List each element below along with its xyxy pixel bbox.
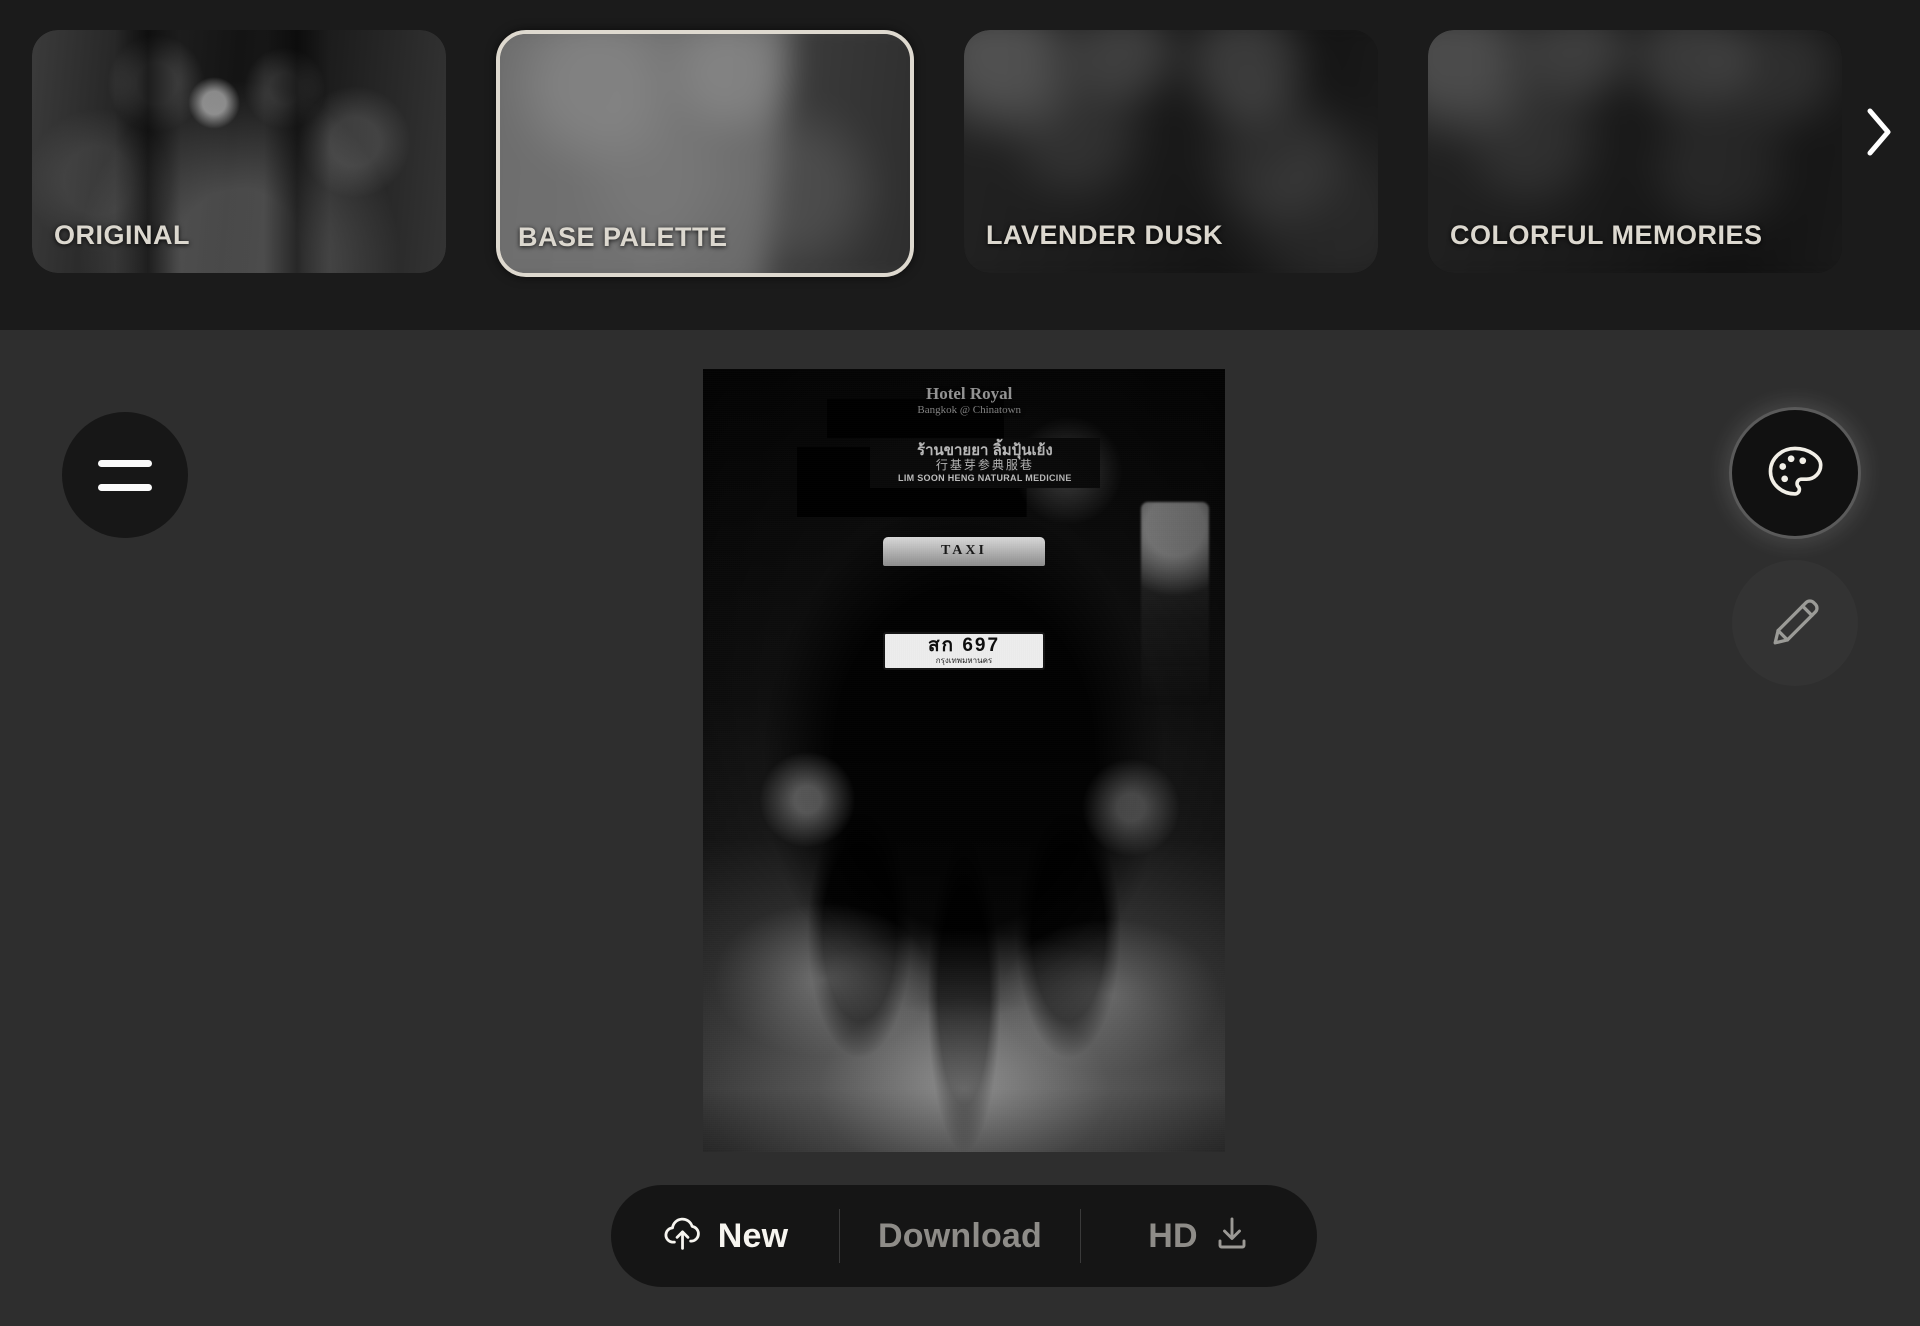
cloud-upload-icon — [662, 1214, 704, 1259]
filter-card-lavender-dusk[interactable]: LAVENDER DUSK — [964, 30, 1378, 273]
filter-label-base-palette: BASE PALETTE — [518, 222, 728, 252]
photo-taxi-sign: TAXI — [883, 537, 1045, 566]
filter-label-colorful-memories: COLORFUL MEMORIES — [1450, 220, 1763, 250]
hd-download-button[interactable]: HD — [1081, 1185, 1319, 1287]
hd-button-label: HD — [1148, 1216, 1198, 1255]
photo-sign-hotel-title: Hotel Royal — [926, 383, 1013, 403]
filter-rail[interactable]: ORIGINAL BASE PALETTE LAVENDER DUSK COLO… — [0, 0, 1920, 330]
editor-canvas: Hotel Royal Bangkok @ Chinatown ร้านขายย… — [0, 330, 1920, 1326]
photo-sign-shop-roman: LIM SOON HENG NATURAL MEDICINE — [898, 472, 1072, 483]
palette-icon[interactable] — [1732, 410, 1858, 536]
photo-license-plate: สก 697 กรุงเทพมหานคร — [883, 632, 1045, 671]
filter-label-original: ORIGINAL — [54, 220, 190, 250]
menu-bar-top — [98, 459, 152, 467]
new-button[interactable]: New — [611, 1185, 839, 1287]
chevron-right-icon[interactable] — [1848, 96, 1910, 168]
download-button-label: Download — [877, 1216, 1043, 1255]
app-root: ORIGINAL BASE PALETTE LAVENDER DUSK COLO… — [0, 0, 1920, 1326]
photo-sign-shop-thai: ร้านขายยา ลิ้มปุ้นเย้ง — [917, 441, 1053, 459]
new-button-label: New — [717, 1216, 789, 1255]
download-button[interactable]: Download — [840, 1185, 1080, 1287]
photo-sign-shop: ร้านขายยา ลิ้มปุ้นเย้ง 行基芽参典服巷 LIM SOON … — [870, 437, 1100, 489]
download-icon — [1212, 1214, 1252, 1259]
pencil-icon[interactable] — [1732, 560, 1858, 686]
hamburger-menu-icon[interactable] — [62, 412, 188, 538]
filter-label-lavender-dusk: LAVENDER DUSK — [986, 220, 1224, 250]
action-bar: New Download HD — [611, 1185, 1317, 1287]
filter-card-colorful-memories[interactable]: COLORFUL MEMORIES — [1428, 30, 1842, 273]
filter-card-original[interactable]: ORIGINAL — [32, 30, 446, 273]
photo-sign-hotel-sub: Bangkok @ Chinatown — [917, 403, 1022, 416]
photo-plate-province: กรุงเทพมหานคร — [935, 656, 993, 666]
menu-bar-bottom — [98, 483, 152, 491]
photo-image: Hotel Royal Bangkok @ Chinatown ร้านขายย… — [703, 369, 1225, 1152]
photo-neon-sign — [1141, 502, 1210, 706]
photo-sign-shop-cjk: 行基芽参典服巷 — [935, 458, 1034, 473]
filter-card-base-palette[interactable]: BASE PALETTE — [496, 30, 914, 277]
filter-strip: ORIGINAL BASE PALETTE LAVENDER DUSK COLO… — [0, 0, 1920, 330]
photo-plate-number: สก 697 — [927, 635, 1001, 657]
photo-sign-hotel: Hotel Royal Bangkok @ Chinatown — [891, 385, 1048, 416]
photo-preview[interactable]: Hotel Royal Bangkok @ Chinatown ร้านขายย… — [703, 369, 1225, 1152]
